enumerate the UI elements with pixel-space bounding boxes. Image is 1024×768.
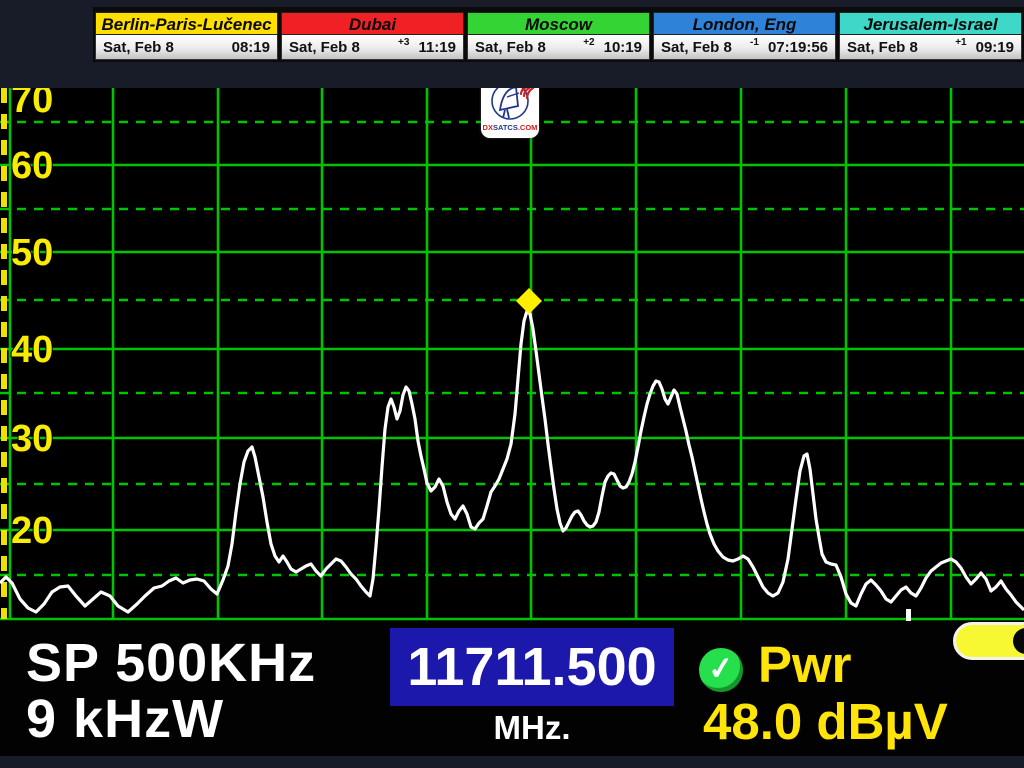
dxsatcs-logo: DXSATCS.COM: [481, 88, 539, 138]
clock-item: Moscow Sat, Feb 8+2 10:19: [467, 12, 650, 60]
clock-utc-offset: -1: [750, 37, 759, 48]
y-axis-tick-label: 70: [11, 88, 53, 121]
satellite-meter-screen: Berlin-Paris-Lučenec Sat, Feb 8 08:19 Dubai…: [0, 0, 1024, 768]
clock-date: Sat, Feb 8: [661, 39, 750, 56]
logo-text: DXSATCS.COM: [483, 123, 538, 132]
clock-time: 11:19: [418, 39, 456, 56]
world-clock-bar: Berlin-Paris-Lučenec Sat, Feb 8 08:19 Dubai…: [93, 7, 1024, 62]
clock-city-label: Moscow: [467, 12, 650, 35]
clock-time: 08:19: [232, 39, 270, 56]
clock-date: Sat, Feb 8: [103, 39, 223, 56]
clock-datetime: Sat, Feb 8+1 09:19: [839, 35, 1022, 60]
frequency-unit-label: MHz.: [390, 709, 674, 747]
frequency-input[interactable]: 11711.500: [390, 628, 674, 706]
y-axis-tick-label: 40: [11, 329, 53, 371]
clock-date: Sat, Feb 8: [847, 39, 955, 56]
span-readout: SP 500KHz: [26, 632, 316, 694]
spectrum-trace: [0, 311, 1024, 612]
y-axis-tick-label: 30: [11, 418, 53, 460]
spectrum-chart: 70 60 50 40 30 20: [0, 88, 1024, 621]
clock-city-label: London, Eng: [653, 12, 836, 35]
spectrum-plot: 70 60 50 40 30 20 DXSATCS.COM: [0, 88, 1024, 621]
control-panel: SP 500KHz 9 kHzW 11711.500 MHz. Pwr 48.0…: [0, 621, 1024, 756]
clock-time: 10:19: [604, 39, 642, 56]
clock-item: Berlin-Paris-Lučenec Sat, Feb 8 08:19: [95, 12, 278, 60]
clock-datetime: Sat, Feb 8+3 11:19: [281, 35, 464, 60]
clock-datetime: Sat, Feb 8 08:19: [95, 35, 278, 60]
clock-date: Sat, Feb 8: [475, 39, 583, 56]
power-toggle[interactable]: [953, 622, 1024, 660]
clock-city-label: Berlin-Paris-Lučenec: [95, 12, 278, 35]
power-value: 48.0 dBµV: [703, 692, 948, 751]
clock-time: 07:19:56: [768, 39, 828, 56]
bandwidth-readout: 9 kHzW: [26, 688, 224, 750]
frequency-tick: [906, 609, 911, 621]
satellite-dish-icon: [483, 88, 537, 125]
clock-utc-offset: +1: [955, 37, 966, 48]
clock-city-label: Jerusalem-Israel: [839, 12, 1022, 35]
peak-marker: [516, 288, 542, 314]
clock-date: Sat, Feb 8: [289, 39, 398, 56]
check-circle-icon: [699, 648, 743, 692]
clock-item: Jerusalem-Israel Sat, Feb 8+1 09:19: [839, 12, 1022, 60]
clock-utc-offset: +2: [583, 37, 594, 48]
logo-text-satcs: SATCS: [493, 123, 518, 132]
y-axis-tick-label: 60: [11, 145, 53, 187]
y-axis-tick-label: 20: [11, 510, 53, 552]
clock-city-label: Dubai: [281, 12, 464, 35]
frequency-value: 11711.500: [407, 636, 656, 698]
clock-item: Dubai Sat, Feb 8+3 11:19: [281, 12, 464, 60]
clock-datetime: Sat, Feb 8-1 07:19:56: [653, 35, 836, 60]
logo-text-dx: DX: [483, 123, 493, 132]
y-axis-tick-label: 50: [11, 232, 53, 274]
toggle-knob: [1013, 628, 1024, 654]
clock-time: 09:19: [976, 39, 1014, 56]
power-label: Pwr: [758, 635, 852, 694]
clock-item: London, Eng Sat, Feb 8-1 07:19:56: [653, 12, 836, 60]
clock-utc-offset: +3: [398, 37, 409, 48]
logo-text-com: .COM: [518, 123, 538, 132]
clock-datetime: Sat, Feb 8+2 10:19: [467, 35, 650, 60]
